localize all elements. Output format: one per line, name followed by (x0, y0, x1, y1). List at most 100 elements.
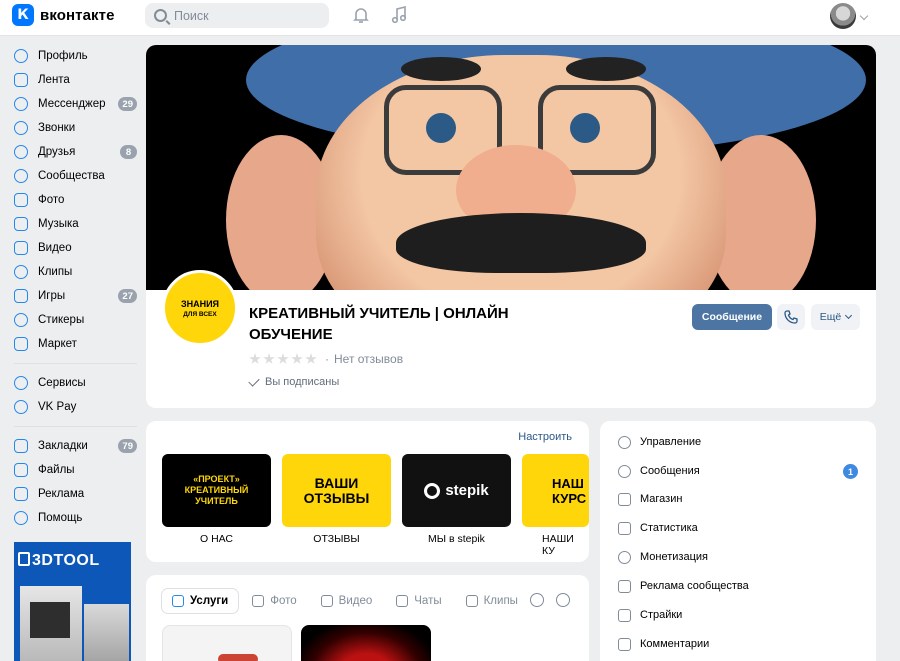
sidebar-item-label: VK Pay (38, 401, 77, 413)
sidebar-item-label: Лента (38, 74, 70, 86)
search-input[interactable] (174, 8, 314, 23)
sidebar-item-label: Стикеры (38, 314, 85, 326)
menu-item-monetization[interactable]: Монетизация (618, 547, 858, 567)
user-circle-icon (14, 49, 28, 63)
stickers-icon (14, 313, 28, 327)
news-feed-icon (14, 73, 28, 87)
vk-logo[interactable]: К вконтакте (12, 4, 115, 26)
service-item-thumbnail[interactable] (301, 625, 431, 661)
sidebar-item-market[interactable]: Маркет (14, 332, 137, 356)
sidebar-item-label: Сообщества (38, 170, 105, 182)
service-item-thumbnail[interactable] (162, 625, 292, 661)
file-icon (14, 463, 28, 477)
star-icon (263, 353, 275, 364)
message-button[interactable]: Сообщение (692, 304, 772, 330)
tab-label: Клипы (483, 595, 518, 607)
ad-banner-3dtool[interactable]: 3DTOOL (14, 542, 131, 661)
sidebar-item-clips[interactable]: Клипы (14, 260, 137, 284)
menu-item-label: Реклама сообщества (640, 580, 749, 592)
cover-eyebrow-shape (401, 57, 481, 81)
sidebar-item-ads[interactable]: Реклама (14, 482, 137, 506)
sidebar-item-files[interactable]: Файлы (14, 458, 137, 482)
configure-link[interactable]: Настроить (518, 431, 572, 443)
menu-item-stats[interactable]: Статистика (618, 518, 858, 538)
tab-label: Услуги (190, 595, 229, 607)
sidebar-item-label: Сервисы (38, 377, 86, 389)
menu-item-community-ads[interactable]: Реклама сообщества (618, 576, 858, 596)
link-label[interactable]: О НАС (162, 533, 271, 545)
sidebar-item-label: Игры (38, 290, 66, 302)
sidebar-item-stickers[interactable]: Стикеры (14, 308, 137, 332)
rating-separator: · (325, 352, 329, 366)
ad-printer-image (84, 604, 129, 661)
user-avatar[interactable] (830, 3, 856, 29)
menu-item-shop[interactable]: Магазин (618, 489, 858, 509)
tab-services[interactable]: Услуги (162, 589, 239, 613)
group-avatar[interactable]: ЗНАНИЯ ДЛЯ ВСЕХ (162, 270, 238, 346)
call-button[interactable] (777, 304, 805, 330)
sidebar-item-games[interactable]: Игры 27 (14, 284, 137, 308)
sidebar-item-label: Звонки (38, 122, 76, 134)
sidebar-item-label: Видео (38, 242, 72, 254)
sidebar-item-friends[interactable]: Друзья 8 (14, 140, 137, 164)
top-header: К вконтакте (0, 0, 900, 36)
tab-clips[interactable]: Клипы (456, 589, 528, 613)
menu-item-strikes[interactable]: Страйки (618, 605, 858, 625)
chevron-down-icon (845, 311, 853, 320)
menu-item-messages[interactable]: Сообщения 1 (618, 461, 858, 481)
sidebar-item-vkpay[interactable]: VK Pay (14, 395, 137, 419)
sidebar-item-calls[interactable]: Звонки (14, 116, 137, 140)
left-sidebar: Профиль Лента Мессенджер 29 Звонки Друзья… (14, 44, 137, 530)
link-label[interactable]: НАШИ КУ (522, 533, 589, 557)
music-note-icon[interactable] (389, 5, 409, 25)
tile-text: КУРС (552, 490, 587, 506)
location-pin-icon[interactable] (530, 593, 544, 607)
link-tile-courses[interactable]: НАШ КУРС (522, 454, 589, 527)
brand-mark-icon (18, 552, 30, 566)
message-icon (618, 464, 631, 478)
cover-eye-shape (570, 113, 600, 143)
sidebar-item-communities[interactable]: Сообщества (14, 164, 137, 188)
warning-icon (618, 608, 631, 622)
sidebar-item-music[interactable]: Музыка (14, 212, 137, 236)
link-label[interactable]: ОТЗЫВЫ (282, 533, 391, 545)
sidebar-item-services[interactable]: Сервисы (14, 371, 137, 395)
menu-item-manage[interactable]: Управление (618, 432, 858, 452)
sidebar-item-feed[interactable]: Лента (14, 68, 137, 92)
bell-icon[interactable] (351, 5, 371, 25)
sidebar-item-messenger[interactable]: Мессенджер 29 (14, 92, 137, 116)
gear-icon (618, 435, 631, 449)
chevron-down-icon[interactable] (859, 11, 869, 21)
sidebar-item-bookmarks[interactable]: Закладки 79 (14, 434, 137, 458)
sidebar-item-label: Реклама (38, 488, 85, 500)
group-rating[interactable]: · Нет отзывов (249, 352, 403, 366)
ad-brand-text: 3DTOOL (32, 552, 100, 569)
megaphone-icon (14, 487, 28, 501)
link-tile-stepik[interactable]: stepik (402, 454, 511, 527)
tile-text: УЧИТЕЛЬ (195, 496, 238, 506)
services-icon (14, 376, 28, 390)
link-tile-about[interactable]: «ПРОЕКТ» КРЕАТИВНЫЙ УЧИТЕЛЬ (162, 454, 271, 527)
menu-item-label: Управление (640, 436, 702, 448)
services-check-icon (172, 595, 184, 607)
tab-photo[interactable]: Фото (242, 589, 306, 613)
sidebar-divider (14, 426, 137, 427)
sidebar-item-profile[interactable]: Профиль (14, 44, 137, 68)
subscription-status[interactable]: Вы подписаны (248, 374, 339, 388)
sidebar-item-label: Маркет (38, 338, 77, 350)
sidebar-item-video[interactable]: Видео (14, 236, 137, 260)
link-label[interactable]: МЫ в stepik (402, 533, 511, 545)
more-button[interactable]: Ещё (811, 304, 860, 330)
tab-chats[interactable]: Чаты (386, 589, 451, 613)
clips-icon (465, 595, 478, 607)
group-management-menu: Управление Сообщения 1 Магазин Статистика… (600, 421, 876, 661)
sidebar-item-help[interactable]: Помощь (14, 506, 137, 530)
sidebar-item-photo[interactable]: Фото (14, 188, 137, 212)
search-box[interactable] (145, 3, 329, 28)
link-tile-reviews[interactable]: ВАШИ ОТЗЫВЫ (282, 454, 391, 527)
help-icon (14, 511, 28, 525)
tab-label: Чаты (414, 595, 442, 607)
tab-video[interactable]: Видео (311, 589, 383, 613)
gear-icon[interactable] (556, 593, 570, 607)
menu-item-comments[interactable]: Комментарии (618, 634, 858, 654)
